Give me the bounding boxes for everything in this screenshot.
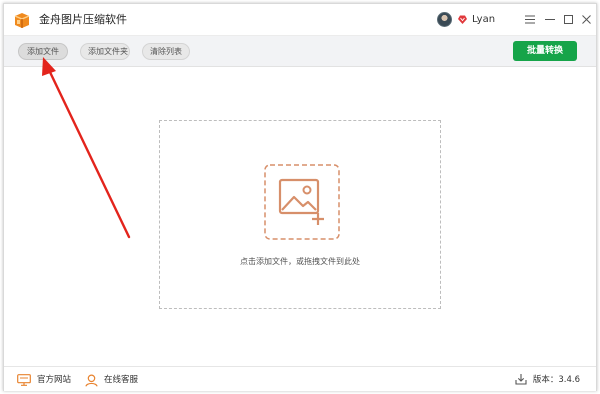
file-list-area: 点击添加文件，或拖拽文件到此处 — [4, 67, 596, 366]
version-label: 版本：3.4.6 — [532, 375, 580, 385]
official-website-link[interactable]: 官方网站 — [17, 373, 71, 387]
user-name[interactable]: Lyan — [472, 13, 495, 26]
add-file-button[interactable]: 添加文件 — [18, 43, 68, 60]
status-bar: 官方网站 在线客服 版本：3.4.6 — [4, 366, 596, 391]
avatar[interactable] — [437, 12, 452, 27]
title-bar: 金舟图片压缩软件 Lyan — [4, 4, 596, 35]
online-support-link[interactable]: 在线客服 — [85, 373, 138, 387]
user-support-icon — [85, 374, 98, 387]
monitor-icon — [17, 374, 31, 386]
toolbar: 添加文件 添加文件夹 清除列表 批量转换 — [4, 35, 596, 67]
drop-hint-text: 点击添加文件，或拖拽文件到此处 — [240, 257, 360, 266]
maximize-icon — [563, 14, 573, 24]
clear-list-button[interactable]: 清除列表 — [142, 43, 190, 60]
drop-zone[interactable]: 点击添加文件，或拖拽文件到此处 — [159, 120, 441, 309]
close-button[interactable] — [578, 11, 594, 27]
menu-button[interactable] — [522, 11, 538, 27]
menu-icon — [525, 15, 535, 23]
app-title: 金舟图片压缩软件 — [39, 13, 127, 26]
minimize-button[interactable] — [542, 11, 558, 27]
maximize-button[interactable] — [560, 11, 576, 27]
official-website-label: 官方网站 — [37, 375, 72, 385]
app-logo-icon — [14, 13, 30, 28]
online-support-label: 在线客服 — [104, 375, 139, 385]
add-folder-button[interactable]: 添加文件夹 — [80, 43, 130, 60]
close-icon — [581, 14, 591, 24]
version-info: 版本：3.4.6 — [515, 373, 580, 385]
app-window: 金舟图片压缩软件 Lyan 添加文件 添加文件夹 清除列表 批量转换 点击添加文… — [3, 3, 597, 391]
download-icon — [515, 374, 527, 385]
minimize-icon — [545, 18, 555, 20]
batch-convert-button[interactable]: 批量转换 — [513, 41, 577, 61]
image-add-icon — [264, 164, 340, 240]
vip-badge-icon — [458, 15, 467, 24]
